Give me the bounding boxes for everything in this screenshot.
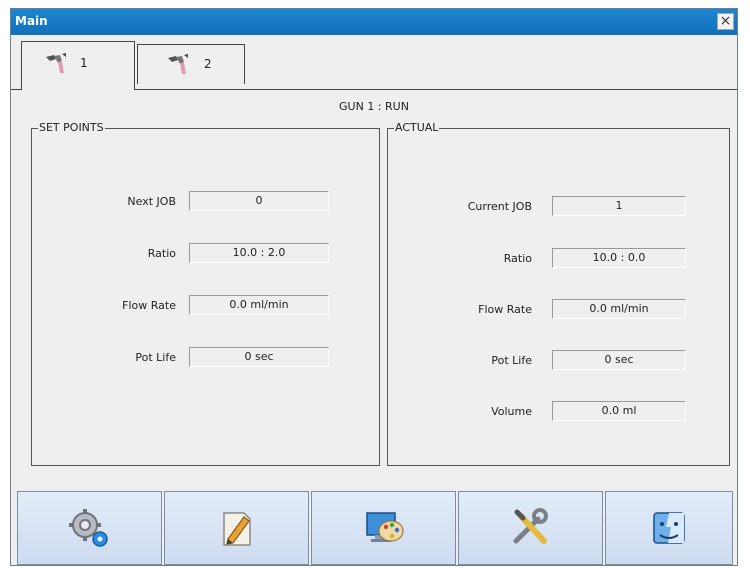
field-label: Flow Rate bbox=[478, 303, 532, 316]
edit-document-icon bbox=[222, 512, 251, 546]
field-label: Ratio bbox=[503, 252, 532, 265]
window-title: Main bbox=[15, 14, 48, 28]
actual-pot-life-row: Pot Life 0 sec bbox=[388, 350, 724, 372]
actual-flow-rate-field: 0.0 ml/min bbox=[552, 299, 686, 319]
set-ratio-field[interactable]: 10.0 : 2.0 bbox=[189, 243, 329, 263]
actual-volume-row: Volume 0.0 ml bbox=[388, 401, 724, 423]
set-next-job-row: Next JOB 0 bbox=[32, 191, 372, 213]
actual-pot-life-field: 0 sec bbox=[552, 350, 686, 370]
settings-button[interactable] bbox=[17, 491, 162, 565]
tab-gun-1[interactable]: 1 bbox=[21, 41, 135, 90]
actual-title: ACTUAL bbox=[394, 121, 440, 134]
bottom-toolbar bbox=[11, 491, 737, 567]
field-label: Pot Life bbox=[491, 354, 532, 367]
tab-label: 1 bbox=[80, 56, 88, 70]
field-label: Next JOB bbox=[127, 195, 176, 208]
actual-ratio-row: Ratio 10.0 : 0.0 bbox=[388, 248, 724, 270]
actual-volume-field: 0.0 ml bbox=[552, 401, 686, 421]
tools-button[interactable] bbox=[458, 491, 603, 565]
set-points-title: SET POINTS bbox=[38, 121, 105, 134]
tab-bar: 1 2 bbox=[11, 35, 737, 91]
actual-flow-rate-row: Flow Rate 0.0 ml/min bbox=[388, 299, 724, 321]
finder-face-icon bbox=[653, 512, 685, 544]
tools-icon bbox=[513, 508, 548, 544]
edit-button[interactable] bbox=[164, 491, 309, 565]
paint-palette-icon bbox=[365, 512, 404, 542]
set-flow-rate-field[interactable]: 0.0 ml/min bbox=[189, 295, 329, 315]
field-label: Current JOB bbox=[467, 200, 532, 213]
set-flow-rate-row: Flow Rate 0.0 ml/min bbox=[32, 295, 372, 317]
spray-gun-icon bbox=[168, 54, 188, 74]
set-pot-life-row: Pot Life 0 sec bbox=[32, 347, 372, 369]
tab-gun-2[interactable]: 2 bbox=[137, 44, 245, 84]
tab-label: 2 bbox=[204, 57, 212, 71]
set-points-group: SET POINTS Next JOB 0 Ratio 10.0 : 2.0 F… bbox=[31, 121, 380, 466]
actual-current-job-row: Current JOB 1 bbox=[388, 196, 724, 218]
field-label: Flow Rate bbox=[122, 299, 176, 312]
field-label: Volume bbox=[491, 405, 532, 418]
spray-gun-icon bbox=[46, 53, 66, 73]
gears-settings-icon bbox=[68, 509, 108, 547]
actual-current-job-field: 1 bbox=[552, 196, 686, 216]
main-window: Main × 1 2 GUN 1 : RUN SET POINTS Next J… bbox=[10, 8, 738, 566]
field-label: Pot Life bbox=[135, 351, 176, 364]
set-ratio-row: Ratio 10.0 : 2.0 bbox=[32, 243, 372, 265]
actual-group: ACTUAL Current JOB 1 Ratio 10.0 : 0.0 Fl… bbox=[387, 121, 730, 466]
set-pot-life-field[interactable]: 0 sec bbox=[189, 347, 329, 367]
system-button[interactable] bbox=[605, 491, 733, 565]
gun-status-text: GUN 1 : RUN bbox=[339, 100, 409, 113]
field-label: Ratio bbox=[147, 247, 176, 260]
close-button[interactable]: × bbox=[717, 13, 734, 30]
actual-ratio-field: 10.0 : 0.0 bbox=[552, 248, 686, 268]
title-bar: Main × bbox=[11, 9, 737, 35]
set-next-job-field[interactable]: 0 bbox=[189, 191, 329, 211]
display-button[interactable] bbox=[311, 491, 456, 565]
